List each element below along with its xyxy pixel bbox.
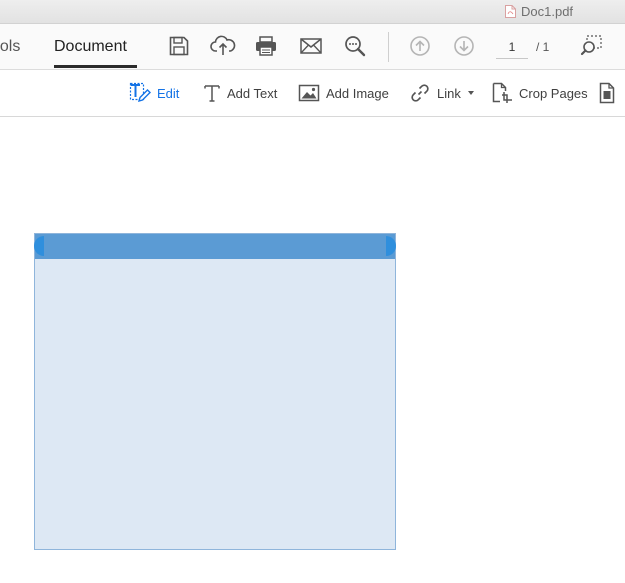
link-tool[interactable]: Link bbox=[409, 81, 474, 105]
floppy-disk-icon bbox=[169, 36, 189, 56]
previous-page-button[interactable] bbox=[405, 31, 435, 61]
add-text-tool-label: Add Text bbox=[227, 85, 278, 101]
edit-text-icon bbox=[129, 82, 151, 103]
upload-cloud-button[interactable] bbox=[208, 31, 238, 61]
window-title: Doc1.pdf bbox=[505, 4, 573, 19]
chevron-down-icon bbox=[467, 91, 474, 95]
cloud-upload-icon bbox=[210, 35, 236, 55]
crop-pages-tool[interactable]: Crop Pages bbox=[491, 81, 588, 105]
envelope-icon bbox=[300, 38, 322, 54]
arrow-up-circle-icon bbox=[410, 36, 430, 56]
marquee-zoom-icon bbox=[580, 35, 602, 56]
marquee-zoom-button[interactable] bbox=[577, 31, 607, 61]
zoom-out-button[interactable] bbox=[340, 31, 370, 61]
title-bar: Doc1.pdf bbox=[0, 0, 625, 24]
acrobat-window: Doc1.pdf ools Document bbox=[0, 0, 625, 583]
main-toolbar: ools Document bbox=[0, 24, 625, 70]
window-title-text: Doc1.pdf bbox=[521, 4, 574, 19]
edit-toolbar: Edit Add Text Add Image Link Crop Pages bbox=[0, 70, 625, 117]
page-total: / 1 bbox=[536, 40, 550, 54]
tab-document[interactable]: Document bbox=[54, 38, 127, 56]
crop-page-icon bbox=[492, 82, 512, 103]
add-image-tool[interactable]: Add Image bbox=[298, 81, 389, 105]
crop-pages-tool-label: Crop Pages bbox=[519, 85, 588, 101]
add-image-tool-label: Add Image bbox=[326, 85, 389, 101]
print-button[interactable] bbox=[251, 31, 281, 61]
add-text-tool[interactable]: Add Text bbox=[203, 81, 277, 105]
edit-tool-label: Edit bbox=[157, 85, 180, 101]
toolbar-separator bbox=[388, 32, 389, 62]
page-tool[interactable] bbox=[598, 81, 616, 105]
page-icon bbox=[599, 82, 615, 104]
page-number-input[interactable] bbox=[496, 36, 528, 59]
edit-tool[interactable]: Edit bbox=[129, 81, 179, 105]
active-tab-indicator bbox=[54, 65, 137, 68]
save-button[interactable] bbox=[164, 31, 194, 61]
selected-text-box[interactable] bbox=[34, 233, 396, 550]
link-chain-icon bbox=[411, 84, 429, 102]
document-canvas[interactable] bbox=[0, 117, 625, 583]
email-button[interactable] bbox=[296, 31, 326, 61]
link-tool-label: Link bbox=[437, 85, 461, 101]
text-t-icon bbox=[204, 85, 220, 102]
tab-tools[interactable]: ools bbox=[0, 38, 20, 56]
text-box-header-bar[interactable] bbox=[35, 234, 395, 259]
pdf-file-icon bbox=[505, 5, 516, 18]
printer-icon bbox=[256, 36, 276, 56]
magnifier-minus-icon bbox=[345, 36, 366, 57]
image-icon bbox=[298, 84, 320, 102]
arrow-down-circle-icon bbox=[454, 36, 474, 56]
next-page-button[interactable] bbox=[449, 31, 479, 61]
